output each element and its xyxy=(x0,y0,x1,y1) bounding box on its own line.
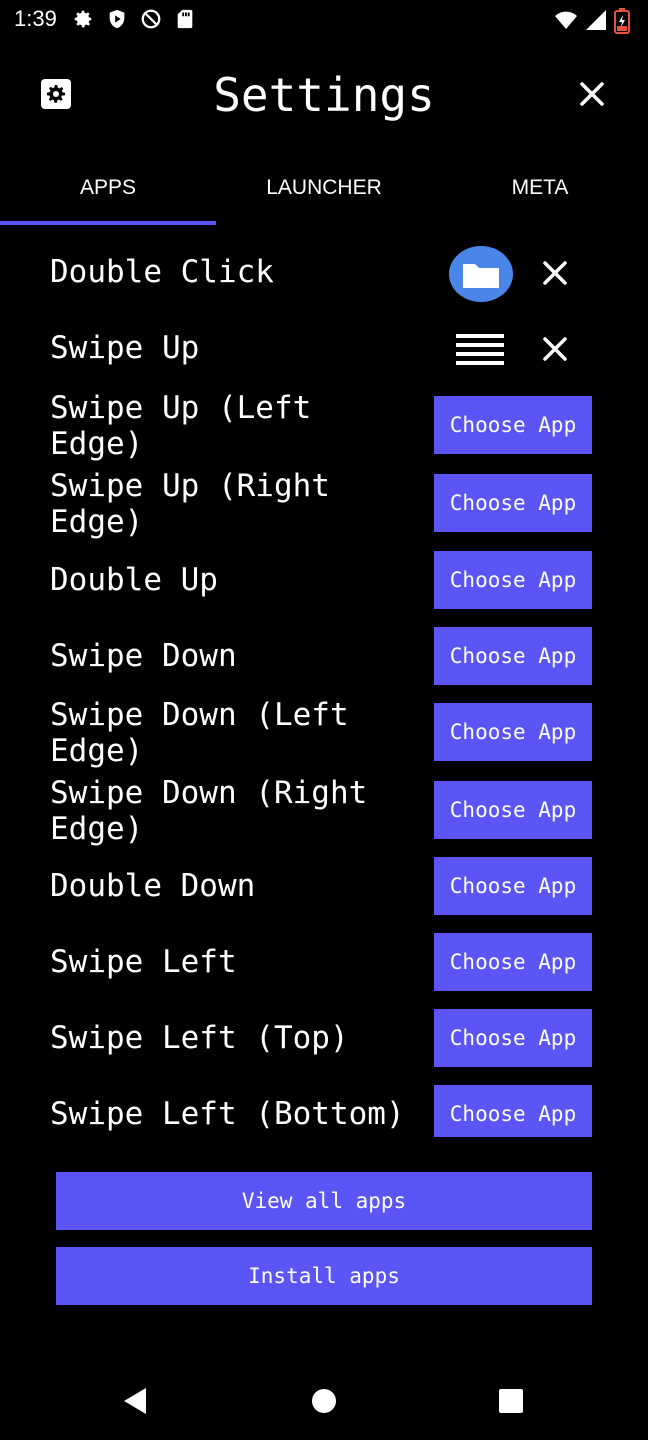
status-bar: 1:39 xyxy=(0,0,648,40)
sd-card-icon xyxy=(174,8,198,32)
menu-lines-icon xyxy=(456,334,504,365)
assigned-action-button[interactable] xyxy=(456,332,504,366)
view-all-apps-button[interactable]: View all apps xyxy=(56,1172,592,1230)
choose-app-button[interactable]: Choose App xyxy=(434,933,592,991)
wifi-icon xyxy=(554,8,578,32)
close-icon xyxy=(543,261,567,285)
gesture-label: Swipe Down (Right Edge) xyxy=(50,775,368,847)
status-time: 1:39 xyxy=(14,6,57,31)
gear-icon xyxy=(72,8,96,32)
recents-button[interactable] xyxy=(494,1384,528,1418)
status-icons-left xyxy=(72,8,198,32)
gesture-label: Swipe Left (Bottom) xyxy=(50,1096,405,1132)
back-button[interactable] xyxy=(120,1384,154,1418)
choose-app-button[interactable]: Choose App xyxy=(434,703,592,761)
choose-app-button[interactable]: Choose App xyxy=(434,781,592,839)
gesture-label: Swipe Left xyxy=(50,944,237,980)
gesture-label: Double Click xyxy=(50,254,274,290)
remove-button[interactable] xyxy=(538,256,572,290)
choose-app-button[interactable]: Choose App xyxy=(434,474,592,532)
navigation-bar xyxy=(0,1360,648,1440)
home-circle-icon xyxy=(312,1389,336,1413)
gesture-label: Swipe Down (Left Edge) xyxy=(50,697,349,769)
assigned-app-button[interactable] xyxy=(449,246,513,302)
choose-app-button[interactable]: Choose App xyxy=(434,551,592,609)
gesture-label: Swipe Up (Right Edge) xyxy=(50,468,330,540)
choose-app-button[interactable]: Choose App xyxy=(434,857,592,915)
install-apps-button[interactable]: Install apps xyxy=(56,1247,592,1305)
page-title: Settings xyxy=(213,68,435,122)
remove-button[interactable] xyxy=(538,332,572,366)
tab-meta[interactable]: META xyxy=(432,158,648,222)
choose-app-button[interactable]: Choose App xyxy=(434,1085,592,1137)
tab-indicator xyxy=(0,221,216,225)
battery-icon xyxy=(614,8,638,34)
gesture-label: Swipe Down xyxy=(50,638,237,674)
choose-app-button[interactable]: Choose App xyxy=(434,396,592,454)
recents-square-icon xyxy=(499,1389,523,1413)
files-app-icon xyxy=(449,246,513,302)
signal-icon xyxy=(584,8,608,32)
close-icon xyxy=(543,337,567,361)
choose-app-button[interactable]: Choose App xyxy=(434,627,592,685)
blocked-icon xyxy=(140,8,164,32)
shield-icon xyxy=(106,8,130,32)
header: Settings xyxy=(0,50,648,140)
gesture-label: Double Up xyxy=(50,562,218,598)
status-icons-right xyxy=(554,8,638,34)
tab-bar: APPS LAUNCHER META xyxy=(0,158,648,228)
close-icon xyxy=(580,82,604,106)
gesture-label: Double Down xyxy=(50,868,256,904)
gesture-label: Swipe Up xyxy=(50,330,200,366)
gesture-label: Swipe Up (Left Edge) xyxy=(50,390,312,462)
choose-app-button[interactable]: Choose App xyxy=(434,1009,592,1067)
gesture-label: Swipe Left (Top) xyxy=(50,1020,349,1056)
tab-apps[interactable]: APPS xyxy=(0,158,216,222)
home-button[interactable] xyxy=(307,1384,341,1418)
tab-launcher[interactable]: LAUNCHER xyxy=(216,158,432,222)
close-button[interactable] xyxy=(574,76,610,112)
back-triangle-icon xyxy=(124,1388,146,1414)
